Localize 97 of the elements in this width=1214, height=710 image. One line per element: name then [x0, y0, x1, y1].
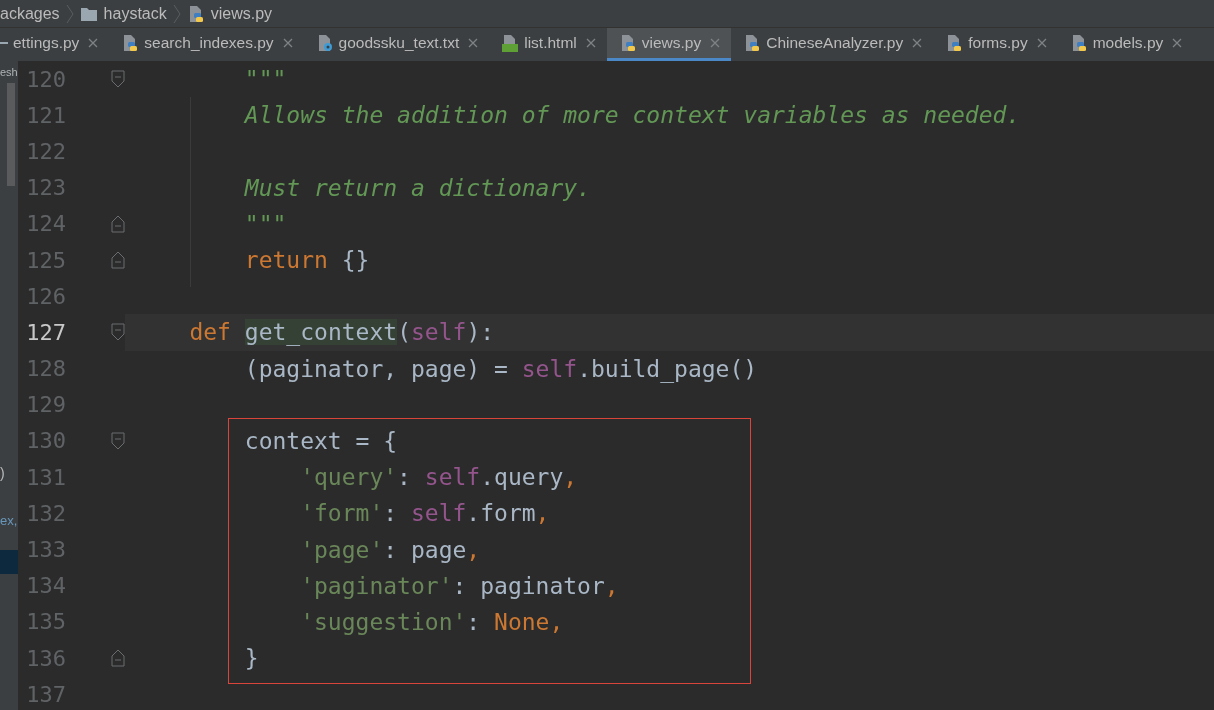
- tab-label: list.html: [524, 34, 577, 52]
- tab-label: models.py: [1092, 34, 1164, 52]
- line-number: 137: [25, 681, 66, 707]
- code-token: ,: [549, 608, 564, 635]
- panel-text: esh: [0, 66, 18, 78]
- close-icon[interactable]: [282, 38, 293, 48]
- code-token: 'suggestion': [300, 608, 467, 635]
- tab-label: ettings.py: [13, 34, 80, 52]
- code-token: .query: [480, 464, 564, 491]
- html-file-icon: [501, 34, 520, 52]
- code-token: context = {: [244, 427, 398, 454]
- panel-text: ): [0, 465, 6, 481]
- code-token: self: [424, 464, 481, 491]
- code-token: }: [244, 645, 259, 672]
- file-tab[interactable]: views.py: [606, 28, 732, 61]
- scrollbar-thumb[interactable]: [7, 83, 15, 186]
- code-token: self: [411, 319, 467, 346]
- line-number: 132: [25, 500, 66, 526]
- tab-label: forms.py: [968, 34, 1028, 52]
- file-tab[interactable]: search_indexes.py: [109, 28, 304, 61]
- chevron-icon: [172, 2, 181, 25]
- close-icon[interactable]: [710, 38, 721, 48]
- code-token: """: [244, 210, 287, 237]
- code-token: : page: [383, 536, 467, 563]
- code-token: self: [521, 355, 578, 382]
- python-file-icon: [121, 34, 140, 52]
- line-number: 129: [25, 392, 66, 418]
- code-token: ,: [604, 572, 619, 599]
- fold-icon[interactable]: [111, 431, 125, 450]
- tab-label: goodssku_text.txt: [338, 34, 460, 52]
- code-token: ,: [466, 536, 481, 563]
- python-file-icon: [945, 34, 964, 52]
- line-number: 134: [25, 573, 66, 599]
- close-icon[interactable]: [468, 38, 479, 48]
- code-token: ,: [535, 500, 550, 527]
- line-number: 128: [25, 356, 66, 382]
- code-token: return: [244, 247, 328, 274]
- close-icon[interactable]: [585, 38, 596, 48]
- code-token: ):: [466, 319, 495, 346]
- breadcrumb-item[interactable]: haystack: [103, 4, 167, 23]
- file-tab[interactable]: ettings.py: [0, 28, 110, 61]
- close-icon[interactable]: [1036, 38, 1047, 48]
- close-icon[interactable]: [912, 38, 923, 48]
- code-token: 'query': [300, 464, 398, 491]
- python-file-icon: [743, 34, 762, 52]
- line-number: 124: [25, 211, 66, 237]
- file-tab[interactable]: models.py: [1057, 28, 1194, 61]
- tab-label: ChineseAnalyzer.py: [766, 34, 904, 52]
- line-number: 125: [25, 247, 66, 273]
- code-token: def: [189, 319, 231, 346]
- code-token: self: [410, 500, 467, 527]
- code-token: : paginator: [452, 572, 605, 599]
- code-token: None: [494, 608, 550, 635]
- close-icon[interactable]: [1172, 38, 1183, 48]
- code-token: (: [397, 319, 411, 346]
- line-number: 135: [25, 609, 66, 635]
- code-token: Allows the addition of more context variables as needed.: [244, 102, 1021, 129]
- chevron-icon: [65, 2, 74, 25]
- line-number: 136: [25, 645, 66, 671]
- line-number: 122: [25, 138, 66, 164]
- breadcrumb-item[interactable]: views.py: [210, 4, 273, 23]
- code-token: .build_page(): [577, 355, 758, 382]
- fold-icon[interactable]: [111, 70, 125, 89]
- code-token: """: [244, 66, 287, 93]
- code-token: :: [466, 608, 482, 635]
- file-tab[interactable]: forms.py: [933, 28, 1058, 61]
- code-token: :: [397, 464, 412, 491]
- code-token: :: [383, 500, 399, 527]
- line-number: 130: [25, 428, 66, 454]
- code-token: Must return a dictionary.: [244, 174, 591, 201]
- line-number: 127: [25, 319, 66, 345]
- panel-text: ex,: [0, 513, 18, 528]
- code-token: 'form': [300, 500, 384, 527]
- code-token: 'page': [300, 536, 384, 563]
- breadcrumb-item[interactable]: ackages: [0, 4, 60, 23]
- line-number: 121: [25, 102, 66, 128]
- file-tab[interactable]: goodssku_text.txt: [303, 28, 490, 61]
- tab-label: views.py: [641, 34, 702, 52]
- file-tab[interactable]: list.html: [489, 28, 607, 61]
- code-token: ,: [563, 464, 578, 491]
- line-number: 131: [25, 464, 66, 490]
- line-number: 133: [25, 537, 66, 563]
- close-icon[interactable]: [88, 38, 99, 48]
- fold-end-icon[interactable]: [111, 251, 125, 270]
- fold-end-icon[interactable]: [111, 649, 125, 668]
- code-token: 'paginator': [300, 572, 453, 599]
- file-tab[interactable]: ChineseAnalyzer.py: [731, 28, 934, 61]
- fold-end-icon[interactable]: [111, 214, 125, 233]
- line-number: 123: [25, 175, 66, 201]
- code-token: {}: [341, 247, 370, 274]
- code-token: .form: [466, 500, 536, 527]
- code-token: (paginator, page) =: [244, 355, 509, 382]
- tab-label: search_indexes.py: [144, 34, 274, 52]
- line-number: 120: [25, 66, 66, 92]
- code-token: get_context: [244, 319, 398, 346]
- fold-icon[interactable]: [111, 323, 125, 342]
- line-number: 126: [25, 283, 66, 309]
